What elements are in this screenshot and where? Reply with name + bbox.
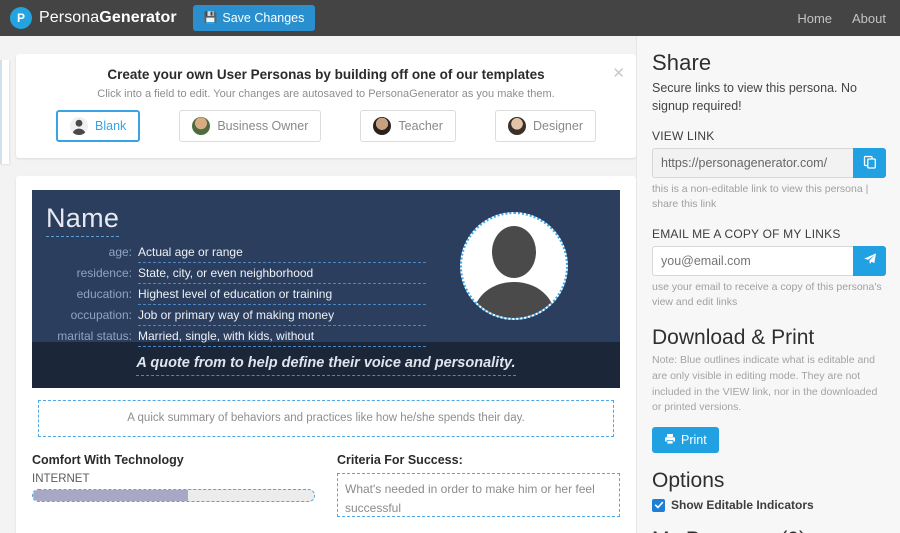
navbar-links: Home About [797,11,886,26]
save-changes-label: Save Changes [222,11,305,25]
view-link-helper-text: this is a non-editable link to view this… [652,183,869,196]
field-label-residence: residence: [76,266,132,281]
printer-icon [664,433,676,448]
nav-link-home[interactable]: Home [797,11,832,26]
template-button-designer[interactable]: Designer [494,110,596,142]
persona-avatar[interactable] [460,212,568,320]
copy-link-button[interactable] [853,148,886,179]
templates-subtitle: Click into a field to edit. Your changes… [97,88,555,100]
right-sidebar: Share Secure links to view this persona.… [636,36,900,533]
field-value-education[interactable]: Highest level of education or training [138,287,426,306]
field-label-age: age: [108,245,132,260]
brand-name-part1: Persona [39,9,100,26]
print-button[interactable]: Print [652,427,719,454]
brand-logo-icon[interactable]: P [10,7,32,29]
download-print-title: Download & Print [652,326,815,350]
show-editable-indicators-row[interactable]: Show Editable Indicators [652,498,886,512]
email-input[interactable] [652,245,853,276]
main-content-column: ✕ Create your own User Personas by build… [0,36,636,533]
persona-name-field[interactable]: Name [46,204,120,238]
persona-card: Name age: Actual age or range residence:… [16,176,636,533]
share-title: Share [652,50,712,75]
persona-field-row: age: Actual age or range [46,245,426,264]
meter-internet-fill [33,489,188,501]
nav-link-about[interactable]: About [852,11,886,26]
brand-name[interactable]: PersonaGenerator [39,9,177,27]
close-icon[interactable]: ✕ [612,66,625,81]
persona-summary-field[interactable]: A quick summary of behaviors and practic… [38,400,614,437]
template-button-row: Blank Business Owner Teacher Designer [56,110,596,142]
persona-field-list: age: Actual age or range residence: Stat… [46,245,426,348]
template-label-teacher: Teacher [398,119,443,133]
field-value-residence[interactable]: State, city, or even neighborhood [138,266,426,285]
download-print-note: Note: Blue outlines indicate what is edi… [652,354,878,414]
persona-field-row: marital status: Married, single, with ki… [46,329,426,348]
persona-header: Name age: Actual age or range residence:… [32,190,620,348]
email-label: EMAIL ME A COPY OF MY LINKS [652,226,841,241]
template-button-business-owner[interactable]: Business Owner [179,110,322,142]
comfort-with-technology-section: Comfort With Technology INTERNET [32,453,315,517]
criteria-for-success-section: Criteria For Success: What's needed in o… [337,453,620,517]
field-value-age[interactable]: Actual age or range [138,245,426,264]
template-label-designer: Designer [532,119,583,133]
field-label-occupation: occupation: [70,308,132,323]
copy-icon [863,155,877,172]
top-navbar: P PersonaGenerator 💾 Save Changes Home A… [0,0,900,36]
floppy-disk-icon: 💾 [203,11,218,24]
offscreen-panel-sliver [0,60,9,164]
persona-bottom-sections: Comfort With Technology INTERNET Criteri… [32,453,620,517]
save-changes-button[interactable]: 💾 Save Changes [192,5,316,31]
field-label-education: education: [76,287,132,302]
paper-plane-icon [863,252,877,269]
print-label: Print [681,433,707,448]
view-link-group [652,148,886,179]
show-editable-indicators-label: Show Editable Indicators [671,498,814,513]
field-value-marital-status[interactable]: Married, single, with kids, without [138,329,426,348]
user-silhouette-icon [462,214,566,318]
page-body: ✕ Create your own User Personas by build… [0,36,900,533]
options-title: Options [652,469,725,493]
persona-field-row: residence: State, city, or even neighbor… [46,266,426,285]
business-owner-avatar-icon [192,117,211,135]
share-description: Secure links to view this persona. No si… [652,81,857,114]
persona-field-row: education: Highest level of education or… [46,287,426,306]
templates-title: Create your own User Personas by buildin… [107,67,545,82]
email-helper: use your email to receive a copy of this… [652,280,882,308]
template-button-teacher[interactable]: Teacher [360,110,456,142]
criteria-text-field[interactable]: What's needed in order to make him or he… [337,472,620,517]
comfort-heading: Comfort With Technology [32,452,184,467]
send-email-button[interactable] [853,245,886,276]
view-link-label: VIEW LINK [652,129,715,144]
persona-quote-field[interactable]: A quote from to help define their voice … [136,355,516,376]
meter-internet[interactable] [32,488,315,502]
blank-avatar-icon [70,117,88,135]
persona-quote-band: A quote from to help define their voice … [32,342,620,388]
view-link-helper: this is a non-editable link to view this… [652,182,886,212]
template-button-blank[interactable]: Blank [56,110,141,142]
template-label-blank: Blank [95,119,127,133]
persona-field-row: occupation: Job or primary way of making… [46,308,426,327]
field-label-marital-status: marital status: [57,329,132,344]
show-editable-indicators-checkbox[interactable] [652,498,665,512]
meter-label-internet: INTERNET [32,472,90,485]
email-group [652,245,886,276]
my-personas-title: My Personas (0) [652,528,886,533]
criteria-heading: Criteria For Success: [337,452,463,467]
share-this-link[interactable]: share this link [652,198,716,210]
svg-text:P: P [17,11,25,25]
brand-name-part2: Generator [99,9,177,26]
designer-avatar-icon [507,117,526,135]
templates-panel: ✕ Create your own User Personas by build… [16,54,636,158]
field-value-occupation[interactable]: Job or primary way of making money [138,308,426,327]
teacher-avatar-icon [373,117,392,135]
view-link-input[interactable] [652,148,853,179]
template-label-business-owner: Business Owner [217,119,309,133]
